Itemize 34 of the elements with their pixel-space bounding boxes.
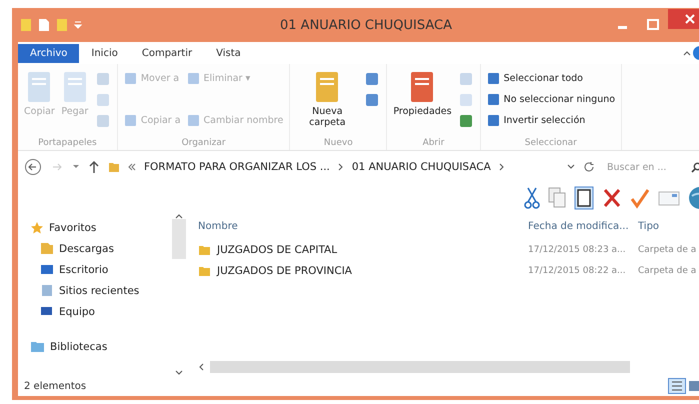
table-cell-text: 17/12/2015 08:22 a... [528,266,627,276]
nav-item[interactable]: Bibliotecas [30,336,170,357]
nav-item[interactable]: Favoritos [30,217,170,238]
nav-item[interactable]: Equipo [30,301,170,322]
nav-item[interactable]: Descargas [30,238,170,259]
ribbon-tab[interactable]: Vista [204,44,253,62]
nav-item[interactable]: Sitios recientes [30,280,170,301]
breadcrumb[interactable]: 01 ANUARIO CHUQUISACA [352,161,491,173]
file-name[interactable]: JUZGADOS DE CAPITAL [198,244,528,256]
nav-item[interactable]: Escritorio [30,259,170,280]
group-label: Portapapeles [38,137,97,148]
breadcrumb[interactable]: FORMATO PARA ORGANIZAR LOS ... [144,161,330,173]
ribbon-button[interactable]: Seleccionar todo [486,72,616,85]
column-header[interactable]: Tipo [638,220,699,232]
ribbon-tab[interactable]: Archivo [18,44,80,62]
ribbon-button[interactable]: Nueva carpeta [296,68,358,129]
item-count: 2 elementos [24,380,86,392]
ribbon-button[interactable]: No seleccionar ninguno [486,93,616,106]
group-label: Organizar [182,137,226,148]
group-label: Nuevo [324,137,353,148]
table-cell-text: Carpeta de a [638,266,698,276]
address-bar[interactable]: FORMATO PARA ORGANIZAR LOS ... 01 ANUARIO CHUQUISACA [108,156,575,178]
ribbon-button[interactable]: Invertir selección [486,114,616,127]
ribbon-button[interactable]: Propiedades [393,68,452,118]
ribbon-tab[interactable]: Compartir [130,44,204,62]
table-cell-text: Carpeta de a [638,244,698,254]
column-header[interactable]: Fecha de modifica... [528,220,638,232]
window-title: 01 ANUARIO CHUQUISACA [280,18,454,32]
table-cell-text: 17/12/2015 08:23 a... [528,244,627,254]
group-label: Seleccionar [524,137,577,148]
group-label: Abrir [422,137,444,148]
column-header[interactable]: Nombre [198,220,528,232]
file-name[interactable]: JUZGADOS DE PROVINCIA [198,264,528,276]
ribbon-tab[interactable]: Inicio [79,44,130,62]
